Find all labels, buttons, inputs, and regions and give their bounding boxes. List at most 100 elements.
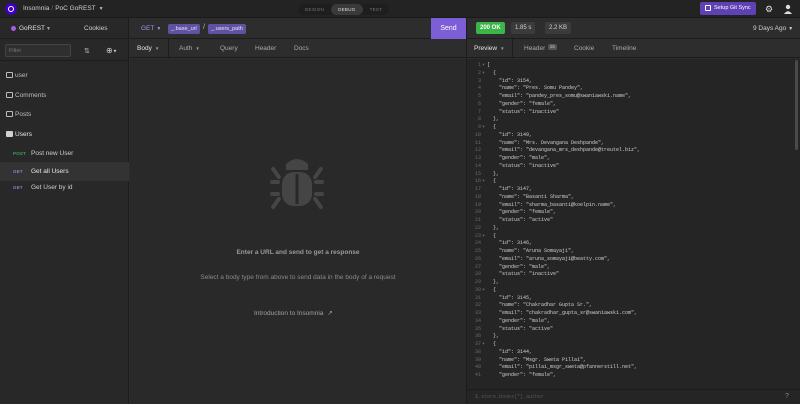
cookies-button[interactable]: Cookies	[84, 25, 107, 32]
mode-design[interactable]: DESIGN	[298, 4, 331, 15]
request-item-post-new-user[interactable]: POST Post new User	[0, 144, 129, 163]
method-dropdown[interactable]: GET ▼	[141, 25, 161, 32]
code-text: {	[487, 286, 497, 293]
tab-body[interactable]: Body ▼	[137, 39, 159, 58]
chevron-down-icon: ▼	[788, 26, 794, 32]
url-variable-base-url[interactable]: _.base_url	[168, 24, 200, 34]
tab-query[interactable]: Query	[220, 39, 238, 58]
code-text: {	[487, 69, 497, 76]
tab-auth[interactable]: Auth ▼	[179, 39, 200, 58]
help-icon[interactable]: ?	[785, 393, 789, 400]
line-number: 26	[474, 255, 481, 262]
folder-icon	[6, 92, 13, 98]
mode-debug[interactable]: DEBUG	[331, 4, 363, 15]
received-ago: 9 Days Ago	[753, 25, 787, 32]
sidebar-filter-input[interactable]	[5, 44, 71, 57]
code-line: 5 "email": "pandey_pres_somu@swaniawski.…	[467, 93, 800, 100]
line-number: 30	[474, 286, 481, 293]
line-number: 16	[474, 178, 481, 185]
line-number: 6	[477, 100, 481, 107]
code-text: "gender": "female",	[487, 100, 557, 107]
breadcrumb[interactable]: Insomnia / PoC GoREST ▼	[23, 5, 104, 12]
add-item-button[interactable]: ⊕▼	[106, 46, 117, 55]
fold-arrow-icon[interactable]: ▾	[482, 70, 485, 77]
insomnia-logo-icon	[5, 3, 17, 15]
code-text: "id": 3154,	[487, 77, 533, 84]
request-item-get-user-by-id[interactable]: GET Get User by id	[0, 178, 129, 197]
fold-arrow-icon[interactable]: ▾	[482, 233, 485, 240]
fold-arrow-icon[interactable]: ▾	[482, 287, 485, 294]
code-line: 7 "status": "inactive"	[467, 109, 800, 116]
tab-docs[interactable]: Docs	[294, 39, 309, 58]
tab-timeline[interactable]: Timeline	[612, 39, 636, 58]
fold-arrow-icon[interactable]: ▾	[482, 341, 485, 348]
chevron-down-icon[interactable]: ▼	[46, 26, 51, 32]
request-label: Get all Users	[31, 168, 69, 175]
line-number: 18	[474, 193, 481, 200]
chevron-down-icon: ▼	[154, 46, 160, 51]
tab-label: Header	[524, 45, 546, 52]
tab-header[interactable]: Header	[255, 39, 276, 58]
mode-switcher[interactable]: DESIGN DEBUG TEST	[298, 4, 390, 15]
code-text: },	[487, 279, 500, 285]
code-text: "email": "devangana_mrs_deshpande@treute…	[487, 147, 641, 154]
header-count-badge: 25	[548, 44, 557, 50]
line-number: 3	[477, 77, 481, 84]
sidebar-folder-posts[interactable]: Posts	[0, 105, 129, 124]
app-name[interactable]: Insomnia	[23, 5, 49, 12]
code-text: "id": 3145,	[487, 294, 533, 301]
tab-response-header[interactable]: Header 25	[524, 39, 557, 58]
code-text: "id": 3147,	[487, 186, 533, 192]
git-icon	[705, 5, 711, 11]
code-line: 19 "email": "sharma_basanti@koelpin.name…	[467, 202, 800, 209]
line-number: 10	[474, 131, 481, 138]
code-line: 40 "email": "pillai_msgr_sweta@pfannerst…	[467, 364, 800, 371]
code-line: 13 "gender": "male",	[467, 155, 800, 162]
line-number: 22	[474, 224, 481, 231]
send-button[interactable]: Send	[431, 18, 466, 39]
mode-test[interactable]: TEST	[363, 4, 390, 15]
fold-arrow-icon[interactable]: ▾	[482, 124, 485, 131]
code-text: {	[487, 341, 497, 347]
response-filter-input[interactable]: $.store.books[*].author	[475, 394, 544, 400]
request-label: Post new User	[31, 150, 74, 157]
line-number: 29	[474, 279, 481, 285]
line-number: 28	[474, 271, 481, 278]
account-user-icon[interactable]	[783, 4, 793, 14]
method-badge: GET	[13, 185, 23, 190]
sidebar-folder-user[interactable]: user	[0, 66, 129, 85]
tab-preview[interactable]: Preview ▼	[474, 39, 505, 58]
introduction-link[interactable]: Introduction to Insomnia ↗	[254, 309, 333, 317]
line-number: 5	[477, 93, 481, 99]
url-variable-users-path[interactable]: _.users_path	[208, 24, 246, 34]
sort-icon[interactable]: ⇅	[84, 47, 90, 55]
code-text: {	[487, 178, 497, 185]
response-scrollbar[interactable]	[795, 60, 798, 150]
workspace-name[interactable]: PoC GoREST	[55, 5, 95, 12]
code-text: },	[487, 116, 500, 123]
sidebar-folder-comments[interactable]: Comments	[0, 86, 129, 105]
filter-row: ⇅ ⊕▼	[0, 40, 129, 61]
response-size-badge: 2.2 KB	[545, 22, 572, 34]
code-text: "name": "Mrs. Devangana Deshpande",	[487, 139, 605, 146]
code-text: {	[487, 232, 497, 239]
line-number: 12	[474, 147, 481, 154]
code-text: "status": "active"	[487, 325, 554, 332]
tab-label: Body	[137, 45, 152, 52]
response-history-dropdown[interactable]: 9 Days Ago ▼	[753, 25, 793, 32]
response-preview-code[interactable]: 1 ▾[2 ▾ {3 "id": 3154, 4 "name": "Pres. Som…	[466, 59, 800, 389]
user-icon	[784, 4, 792, 14]
line-number: 17	[474, 186, 481, 192]
code-line: 2 ▾ {	[467, 70, 800, 77]
code-text: "name": "Pres. Somu Pandey",	[487, 85, 584, 92]
fold-arrow-icon[interactable]: ▾	[482, 178, 485, 185]
fold-arrow-icon[interactable]: ▾	[482, 62, 485, 69]
environment-selector[interactable]: GoREST	[19, 25, 45, 32]
sidebar-folder-users[interactable]: Users	[0, 125, 129, 144]
code-line: 35 "status": "active"	[467, 326, 800, 333]
line-number: 27	[474, 263, 481, 270]
setup-git-sync-button[interactable]: Setup Git Sync	[700, 2, 756, 15]
chevron-down-icon[interactable]: ▼	[99, 6, 104, 12]
tab-cookie[interactable]: Cookie	[574, 39, 594, 58]
settings-gear-icon[interactable]: ⚙	[764, 4, 774, 14]
